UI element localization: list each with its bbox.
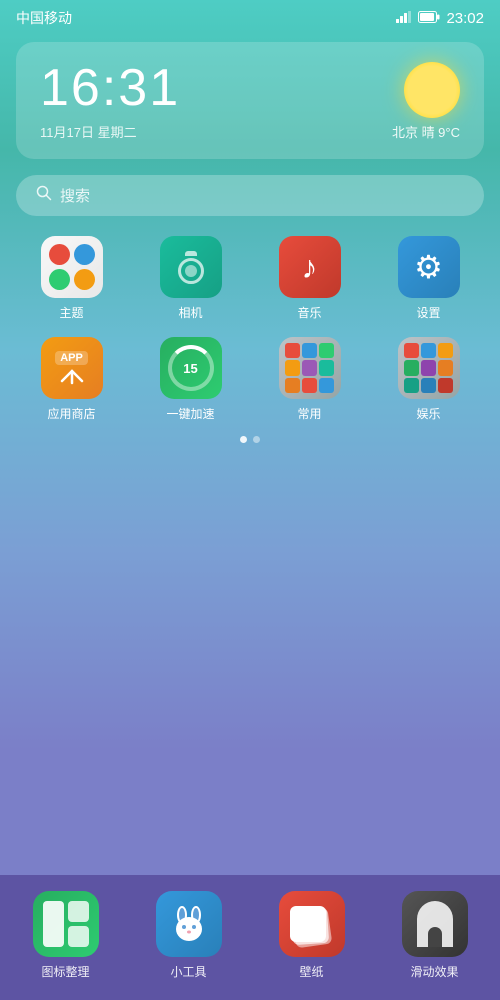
- dock-label-wallpaper: 壁纸: [299, 963, 323, 980]
- widget-left: 16:31 11月17日 星期二: [40, 62, 180, 141]
- widget-card: 16:31 11月17日 星期二 北京 晴 9°C: [16, 42, 484, 159]
- dock-icon-slide: [402, 891, 468, 957]
- app-item-settings[interactable]: ⚙ 设置: [373, 236, 484, 321]
- status-bar: 中国移动 23:02: [0, 0, 500, 32]
- app-icon-settings: ⚙: [398, 236, 460, 298]
- folder-cell: [302, 360, 317, 375]
- folder-cell: [421, 378, 436, 393]
- app-label-camera: 相机: [178, 304, 202, 321]
- app-label-text: APP: [55, 351, 88, 365]
- weather-desc: 北京 晴 9°C: [392, 122, 460, 141]
- dock-icon-organize: [33, 891, 99, 957]
- folder-cell: [319, 360, 334, 375]
- app-icon-camera: [160, 236, 222, 298]
- wallpaper-stack: [290, 902, 334, 946]
- app-label-settings: 设置: [416, 304, 440, 321]
- dock-item-tools[interactable]: 小工具: [131, 891, 246, 980]
- music-note-icon: ♪: [302, 249, 318, 286]
- og-cell: [68, 901, 89, 922]
- folder-cell: [285, 378, 300, 393]
- folder-cell: [438, 360, 453, 375]
- status-right: 23:02: [396, 10, 484, 27]
- dock-label-organize: 图标整理: [41, 963, 89, 980]
- organize-grid-inner: [33, 891, 99, 957]
- folder-cell: [302, 378, 317, 393]
- og-big-cell: [43, 901, 64, 947]
- app-item-music[interactable]: ♪ 音乐: [254, 236, 365, 321]
- app-item-camera[interactable]: 相机: [135, 236, 246, 321]
- folder-cell: [438, 343, 453, 358]
- wallpaper-layer-front: [290, 906, 326, 942]
- dock-label-tools: 小工具: [170, 963, 206, 980]
- folder-cell: [285, 343, 300, 358]
- app-item-entertainment[interactable]: 娱乐: [373, 337, 484, 422]
- page-dots: [16, 436, 484, 443]
- app-item-common[interactable]: 常用: [254, 337, 365, 422]
- folder-cell: [302, 343, 317, 358]
- dock-icon-wallpaper: [279, 891, 345, 957]
- search-icon: [36, 185, 52, 206]
- entertainment-folder-grid: [404, 343, 454, 393]
- app-icon-boost: 15: [160, 337, 222, 399]
- page-dot-2[interactable]: [253, 436, 260, 443]
- app-label-entertainment: 娱乐: [416, 405, 440, 422]
- signal-icon: [396, 10, 412, 26]
- app-icon-common: [279, 337, 341, 399]
- folder-cell: [438, 378, 453, 393]
- dock-item-organize[interactable]: 图标整理: [8, 891, 123, 980]
- boost-ring: 15: [168, 345, 214, 391]
- main-content: 16:31 11月17日 星期二 北京 晴 9°C 搜索: [0, 32, 500, 443]
- rabbit-icon: [171, 903, 207, 945]
- boost-number: 15: [183, 361, 197, 376]
- app-item-appstore[interactable]: APP 应用商店: [16, 337, 127, 422]
- slide-arch-inner: [428, 927, 442, 947]
- appstore-icon-svg: [58, 367, 86, 385]
- app-icon-appstore: APP: [41, 337, 103, 399]
- theme-circles-inner: [41, 236, 103, 298]
- og-cell: [68, 926, 89, 947]
- gear-icon: ⚙: [414, 248, 443, 286]
- folder-cell: [319, 343, 334, 358]
- folder-cell: [319, 378, 334, 393]
- dock-icon-tools: [156, 891, 222, 957]
- page-dot-1[interactable]: [240, 436, 247, 443]
- folder-cell: [404, 360, 419, 375]
- dock-label-slide: 滑动效果: [410, 963, 458, 980]
- app-grid: 主题 相机 ♪ 音乐 ⚙: [16, 236, 484, 422]
- common-folder-grid: [285, 343, 335, 393]
- app-label-appstore: 应用商店: [47, 405, 95, 422]
- camera-top: [185, 251, 197, 256]
- camera-lens: [178, 258, 204, 284]
- search-placeholder: 搜索: [60, 185, 90, 206]
- app-item-boost[interactable]: 15 一键加速: [135, 337, 246, 422]
- dock-item-wallpaper[interactable]: 壁纸: [254, 891, 369, 980]
- app-item-theme[interactable]: 主题: [16, 236, 127, 321]
- app-label-theme: 主题: [59, 304, 83, 321]
- folder-cell: [421, 360, 436, 375]
- app-label-music: 音乐: [297, 304, 321, 321]
- camera-lens-inner: [185, 265, 197, 277]
- weather-info: 北京 晴 9°C: [392, 62, 460, 141]
- app-icon-entertainment: [398, 337, 460, 399]
- widget-time: 16:31: [40, 62, 180, 114]
- camera-body: [178, 251, 204, 284]
- app-icon-music: ♪: [279, 236, 341, 298]
- carrier-label: 中国移动: [16, 8, 72, 28]
- folder-cell: [285, 360, 300, 375]
- folder-cell: [421, 343, 436, 358]
- dock-item-slide[interactable]: 滑动效果: [377, 891, 492, 980]
- widget-date: 11月17日 星期二: [40, 122, 180, 141]
- battery-icon: [418, 10, 440, 26]
- app-icon-theme: [41, 236, 103, 298]
- folder-cell: [404, 343, 419, 358]
- sun-icon: [404, 62, 460, 118]
- app-label-boost: 一键加速: [166, 405, 214, 422]
- app-label-common: 常用: [297, 405, 321, 422]
- slide-arch: [417, 901, 453, 947]
- search-bar[interactable]: 搜索: [16, 175, 484, 216]
- folder-cell: [404, 378, 419, 393]
- time-label: 23:02: [446, 10, 484, 27]
- bottom-dock: 图标整理 小工具: [0, 875, 500, 1000]
